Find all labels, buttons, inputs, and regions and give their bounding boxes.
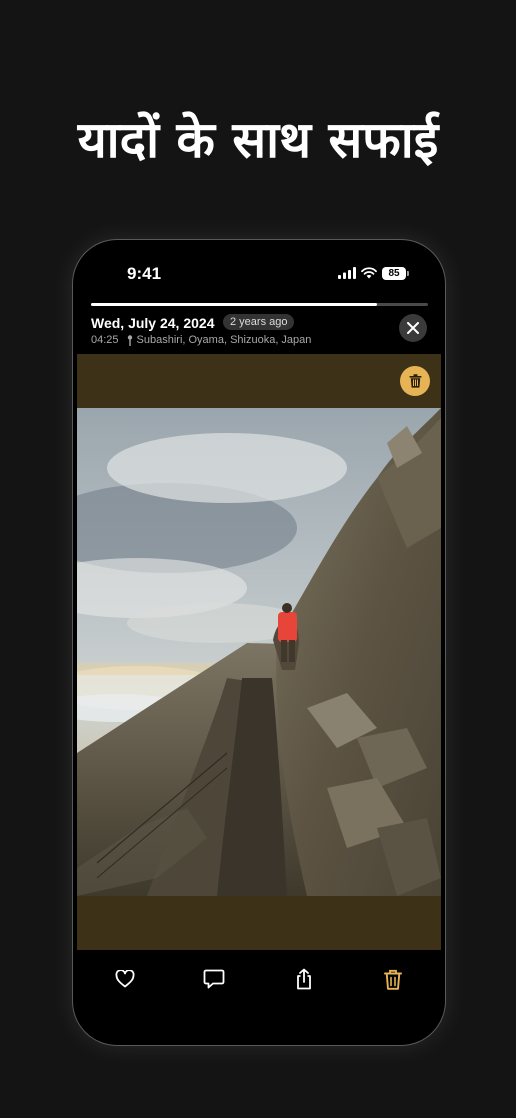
story-progress bbox=[91, 303, 428, 306]
wifi-icon bbox=[361, 267, 377, 279]
close-button[interactable] bbox=[399, 314, 427, 342]
delete-photo-button[interactable] bbox=[400, 366, 430, 396]
location-pin-icon bbox=[127, 334, 132, 346]
delete-button[interactable] bbox=[381, 967, 405, 991]
like-button[interactable] bbox=[113, 967, 137, 991]
photo-area bbox=[77, 354, 441, 950]
photo-location: Subashiri, Oyama, Shizuoka, Japan bbox=[136, 334, 312, 346]
status-icons: 85 bbox=[338, 266, 409, 280]
battery-icon: 85 bbox=[382, 266, 409, 280]
photo-mountain-hiker[interactable] bbox=[77, 408, 441, 896]
bottom-toolbar bbox=[73, 962, 445, 994]
photo-date: Wed, July 24, 2024 bbox=[91, 315, 215, 331]
phone-frame: 9:41 85 Wed, July 24, 2024 2 years ago 0… bbox=[73, 240, 445, 1045]
share-icon bbox=[297, 968, 311, 990]
heart-icon bbox=[115, 970, 135, 988]
trash-icon bbox=[409, 374, 421, 388]
close-icon bbox=[407, 322, 419, 334]
comment-button[interactable] bbox=[202, 967, 226, 991]
share-button[interactable] bbox=[292, 967, 316, 991]
photo-meta: 04:25 Subashiri, Oyama, Shizuoka, Japan bbox=[91, 334, 311, 346]
relative-time-badge: 2 years ago bbox=[223, 314, 295, 330]
story-progress-fill bbox=[91, 303, 378, 306]
trash-icon bbox=[384, 969, 402, 990]
headline: यादों के साथ सफाई bbox=[77, 111, 439, 169]
status-time: 9:41 bbox=[127, 264, 162, 283]
comment-icon bbox=[203, 969, 225, 989]
photo-time: 04:25 bbox=[91, 334, 119, 346]
signal-icon bbox=[338, 267, 356, 279]
